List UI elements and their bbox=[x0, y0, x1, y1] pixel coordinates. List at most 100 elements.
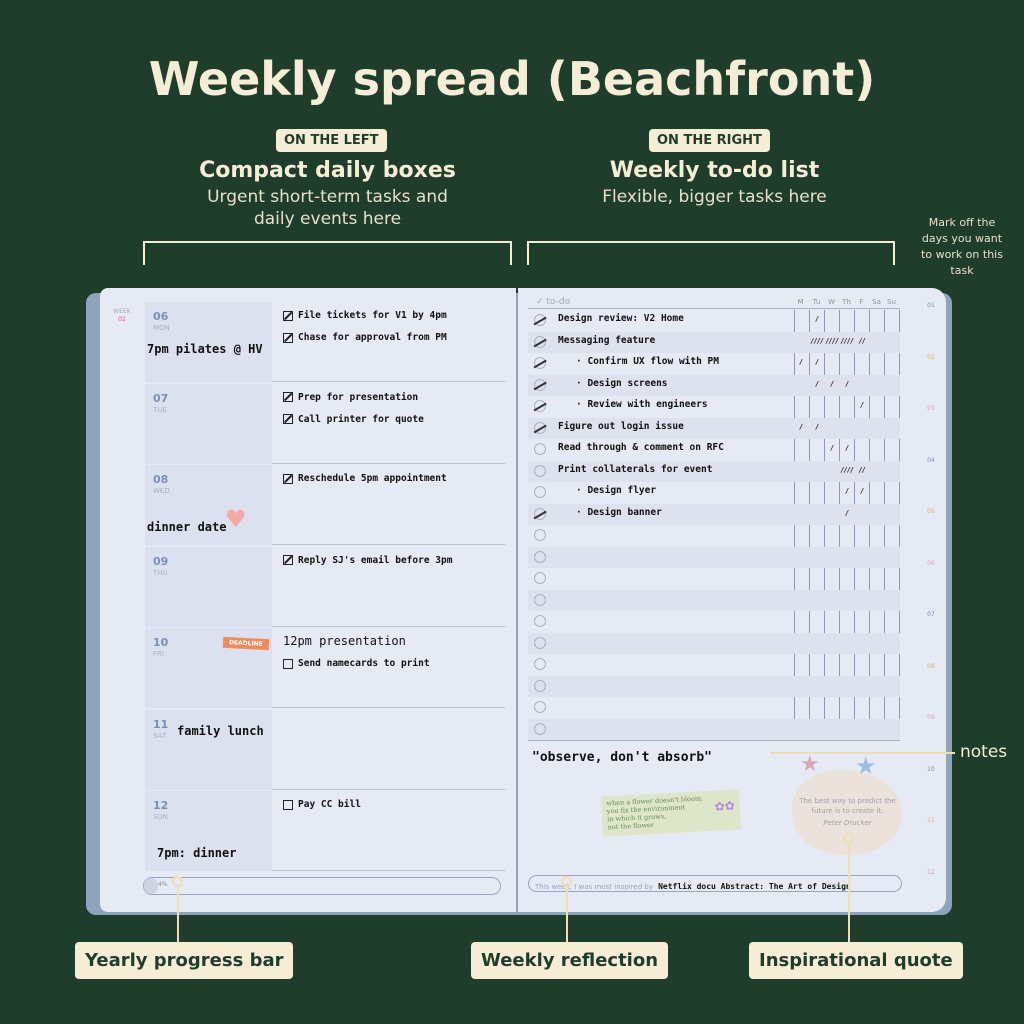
notes-pointer bbox=[770, 752, 955, 754]
day-mark[interactable]: //// bbox=[824, 337, 839, 345]
todo-checkbox[interactable] bbox=[534, 701, 546, 713]
todo-text: Messaging feature bbox=[558, 334, 656, 346]
day-column-header: F bbox=[859, 298, 864, 306]
reflection-pointer bbox=[566, 887, 568, 942]
todo-checkbox[interactable] bbox=[534, 378, 546, 391]
right-heading: Weekly to-do list bbox=[609, 158, 820, 183]
todo-checkbox[interactable] bbox=[534, 357, 546, 369]
day-mark[interactable]: / bbox=[809, 315, 824, 323]
task-checkbox[interactable] bbox=[283, 332, 293, 343]
left-badge: ON THE LEFT bbox=[276, 129, 387, 152]
quote-pointer-dot bbox=[843, 833, 854, 844]
month-tab[interactable]: 10 bbox=[922, 766, 940, 773]
todo-checkbox[interactable] bbox=[534, 486, 546, 498]
todo-checkbox[interactable] bbox=[534, 550, 546, 563]
task-checkbox[interactable] bbox=[283, 555, 293, 565]
todo-checkbox[interactable] bbox=[534, 722, 546, 735]
month-tab[interactable]: 04 bbox=[922, 457, 940, 464]
day-name: THU bbox=[153, 568, 168, 577]
todo-row[interactable]: · Design flyer / / bbox=[528, 482, 900, 503]
day-mark[interactable]: //// bbox=[839, 466, 854, 474]
month-tab[interactable]: 08 bbox=[922, 663, 940, 670]
task-checkbox[interactable] bbox=[283, 392, 293, 402]
task-checkbox[interactable] bbox=[283, 310, 293, 321]
todo-checkbox[interactable] bbox=[534, 464, 546, 477]
todo-checkbox[interactable] bbox=[534, 658, 546, 670]
todo-checkbox[interactable] bbox=[534, 421, 546, 434]
todo-text: · Confirm UX flow with PM bbox=[576, 356, 719, 367]
todo-row[interactable]: Print collaterals for event ////// bbox=[528, 460, 900, 482]
todo-checkbox[interactable] bbox=[534, 636, 546, 649]
task-checkbox[interactable] bbox=[283, 473, 293, 484]
day-task[interactable]: Reschedule 5pm appointment bbox=[283, 473, 501, 484]
progress-callout: Yearly progress bar bbox=[75, 942, 294, 979]
day-task[interactable]: Send namecards to print bbox=[283, 658, 501, 669]
day-task[interactable]: Chase for approval from PM bbox=[283, 332, 501, 343]
day-box: 06 MON 7pm pilates @ HV File tickets for V1… bbox=[145, 302, 505, 382]
month-tab[interactable]: 03 bbox=[922, 405, 940, 412]
annotation-line: to work on this bbox=[921, 248, 1003, 261]
todo-checkbox[interactable] bbox=[534, 314, 546, 326]
todo-row[interactable]: · Design screens / / / bbox=[528, 374, 900, 396]
todo-row[interactable]: Figure out login issue / / bbox=[528, 417, 900, 439]
right-badge: ON THE RIGHT bbox=[649, 129, 770, 152]
month-tab[interactable]: 07 bbox=[922, 611, 940, 618]
starfish-icon: ★ bbox=[800, 752, 820, 777]
day-mark[interactable]: / bbox=[824, 380, 839, 388]
month-tab[interactable]: 11 bbox=[922, 817, 940, 824]
month-tab[interactable]: 05 bbox=[922, 508, 940, 515]
task-checkbox[interactable] bbox=[283, 658, 293, 669]
day-number: 09 bbox=[153, 554, 169, 568]
todo-row[interactable]: Messaging feature////////////// bbox=[528, 331, 900, 353]
day-mark[interactable]: / bbox=[854, 401, 869, 409]
day-mark[interactable]: / bbox=[839, 444, 854, 452]
todo-checkbox[interactable] bbox=[534, 507, 546, 520]
day-mark[interactable]: / bbox=[793, 358, 808, 366]
todo-checkbox[interactable] bbox=[534, 443, 546, 455]
todo-row[interactable]: Design review: V2 Home / bbox=[528, 310, 900, 331]
day-mark[interactable]: / bbox=[809, 380, 824, 388]
day-task[interactable]: Call printer for quote bbox=[283, 414, 501, 425]
todo-row bbox=[528, 589, 900, 611]
task-checkbox[interactable] bbox=[283, 414, 293, 424]
day-task[interactable]: Pay CC bill bbox=[283, 799, 501, 810]
month-tab[interactable]: 09 bbox=[922, 714, 940, 721]
todo-checkbox[interactable] bbox=[534, 615, 546, 627]
weekly-reflection[interactable]: This week, I was most inspired by Netfli… bbox=[528, 875, 902, 892]
day-mark[interactable]: //// bbox=[839, 337, 854, 345]
todo-row[interactable]: · Review with engineers / bbox=[528, 396, 900, 417]
progress-label: 4% bbox=[158, 881, 168, 888]
day-mark[interactable]: / bbox=[839, 509, 854, 517]
todo-row bbox=[528, 632, 900, 654]
day-mark[interactable]: // bbox=[854, 337, 869, 345]
day-mark[interactable]: / bbox=[793, 423, 808, 431]
todo-checkbox[interactable] bbox=[534, 529, 546, 541]
month-tab[interactable]: 02 bbox=[922, 354, 940, 361]
todo-checkbox[interactable] bbox=[534, 335, 546, 348]
day-mark[interactable]: / bbox=[854, 487, 869, 495]
todo-row[interactable]: · Confirm UX flow with PM / / bbox=[528, 353, 900, 374]
todo-checkbox[interactable] bbox=[534, 400, 546, 412]
day-mark[interactable]: // bbox=[854, 466, 869, 474]
todo-checkbox[interactable] bbox=[534, 572, 546, 584]
day-column-header: Tu bbox=[812, 298, 821, 306]
todo-checkbox[interactable] bbox=[534, 679, 546, 692]
day-task[interactable]: Reply SJ's email before 3pm bbox=[283, 555, 501, 566]
day-mark[interactable]: //// bbox=[809, 337, 824, 345]
day-task[interactable]: File tickets for V1 by 4pm bbox=[283, 310, 501, 321]
month-tab[interactable]: 06 bbox=[922, 560, 940, 567]
todo-checkbox[interactable] bbox=[534, 593, 546, 606]
day-mark[interactable]: / bbox=[839, 380, 854, 388]
todo-row[interactable]: · Design banner / bbox=[528, 503, 900, 525]
day-task[interactable]: Prep for presentation bbox=[283, 392, 501, 403]
todo-row[interactable]: Read through & comment on RFC / / bbox=[528, 439, 900, 460]
week-label: WEEK 02 bbox=[110, 308, 134, 324]
month-tab[interactable]: 01 bbox=[922, 302, 940, 309]
day-mark[interactable]: / bbox=[824, 444, 839, 452]
day-mark[interactable]: / bbox=[809, 358, 824, 366]
task-text: Chase for approval from PM bbox=[298, 332, 447, 343]
month-tab[interactable]: 12 bbox=[922, 869, 940, 876]
day-mark[interactable]: / bbox=[809, 423, 824, 431]
task-checkbox[interactable] bbox=[283, 799, 293, 810]
day-mark[interactable]: / bbox=[839, 487, 854, 495]
